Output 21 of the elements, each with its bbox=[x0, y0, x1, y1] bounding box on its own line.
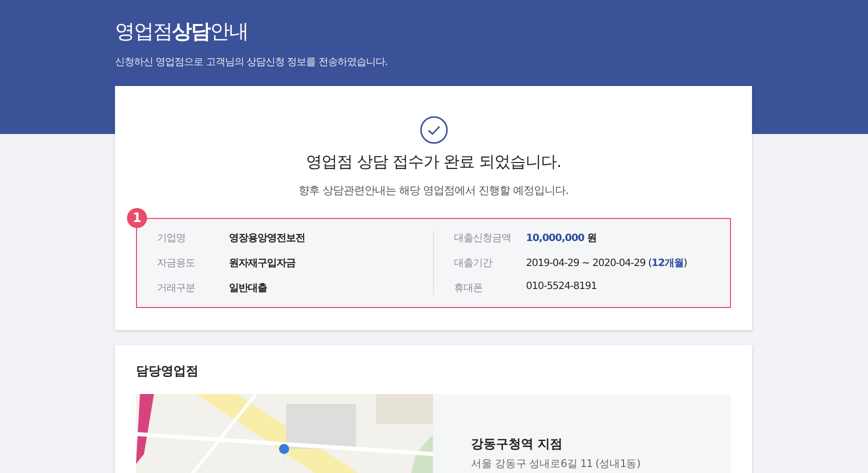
field-label: 대출기간 bbox=[454, 257, 494, 270]
field-label: 기업명 bbox=[157, 232, 186, 245]
branch-name: 강동구청역 지점 bbox=[471, 436, 564, 453]
branch-address: 서울 강동구 성내로6길 11 (성내1동) bbox=[471, 457, 642, 471]
field-value: 10,000,000 원 bbox=[526, 232, 597, 245]
step-badge: 1 bbox=[127, 208, 147, 228]
field-label: 자금용도 bbox=[157, 257, 196, 270]
field-label: 휴대폰 bbox=[454, 282, 484, 295]
field-value: 일반대출 bbox=[229, 282, 267, 295]
page-subtitle: 신청하신 영업점으로 고객님의 상담신청 정보를 전송하였습니다. bbox=[115, 56, 389, 69]
field-value: 010-5524-8191 bbox=[526, 281, 597, 294]
result-title: 영업점 상담 접수가 완료 되었습니다. bbox=[306, 152, 562, 173]
field-value: 영장용앙영전보전 bbox=[229, 232, 305, 245]
check-circle-icon bbox=[420, 116, 448, 144]
field-label: 대출신청금액 bbox=[454, 232, 512, 245]
field-label: 거래구분 bbox=[157, 282, 196, 295]
section-heading: 담당영업점 bbox=[136, 363, 200, 380]
result-message: 향후 상담관련안내는 해당 영업점에서 진행할 예정입니다. bbox=[298, 183, 568, 198]
field-value: 2019-04-29 ~ 2020-04-29 (12개월) bbox=[526, 257, 687, 270]
field-value: 원자재구입자금 bbox=[229, 257, 296, 270]
page-title: 영업점상담안내 bbox=[115, 18, 249, 45]
